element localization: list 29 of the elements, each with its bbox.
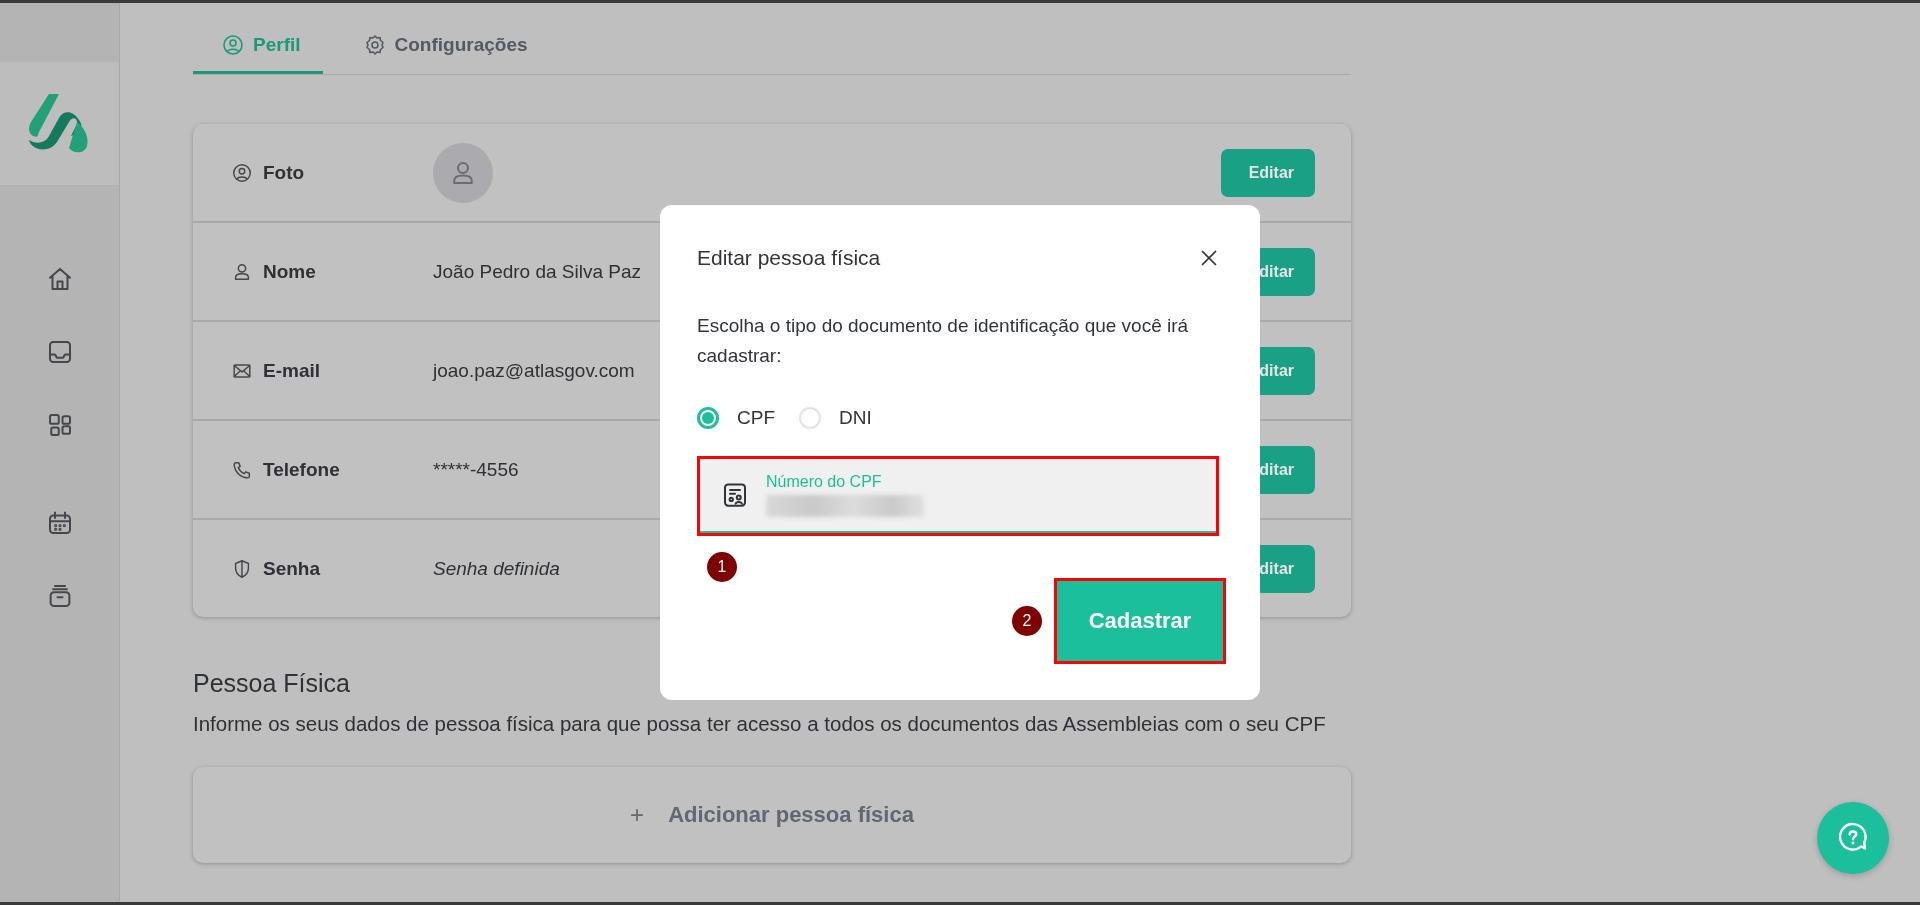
modal-title: Editar pessoa física (697, 246, 881, 270)
modal-prompt: Escolha o tipo do documento de identificação que você irá cadastrar: (697, 314, 1190, 368)
field-label: Nome (263, 260, 316, 283)
field-value: João Pedro da Silva Paz (433, 260, 642, 282)
edit-button[interactable]: Editar (1221, 148, 1315, 197)
field-label: Foto (263, 161, 305, 184)
step-marker: 2 (1012, 606, 1042, 636)
plus-icon: + (630, 801, 645, 829)
field-value: *****-4556 (433, 458, 519, 480)
field-label: Senha (263, 557, 321, 580)
cpf-field[interactable]: Número do CPF (700, 459, 1216, 533)
step-marker: 1 (707, 552, 737, 582)
user-circle-icon (231, 161, 253, 184)
section-title: Pessoa Física (193, 669, 351, 698)
submit-button[interactable]: Cadastrar (1057, 581, 1223, 661)
button-label: Adicionar pessoa física (668, 802, 914, 828)
section-description: Informe os seus dados de pessoa física para que possa ter acesso a todos os documentos das Assembleias com o seu CPF (193, 712, 1327, 736)
add-person-button[interactable]: + Adicionar pessoa física (193, 767, 1351, 863)
radio-option[interactable]: CPF (697, 407, 775, 429)
field-value: joao.paz@atlasgov.com (433, 359, 635, 381)
field-label: Telefone (263, 458, 340, 481)
tab[interactable]: Configurações (340, 27, 550, 74)
field-value: Senha definida (433, 557, 560, 579)
field-label: Número do CPF (766, 473, 883, 491)
tab[interactable]: Perfil (193, 27, 323, 74)
user-circle-icon (221, 33, 245, 57)
help-button[interactable] (1817, 802, 1889, 874)
radio-option[interactable]: DNI (799, 407, 872, 429)
field-label: E-mail (263, 359, 321, 382)
